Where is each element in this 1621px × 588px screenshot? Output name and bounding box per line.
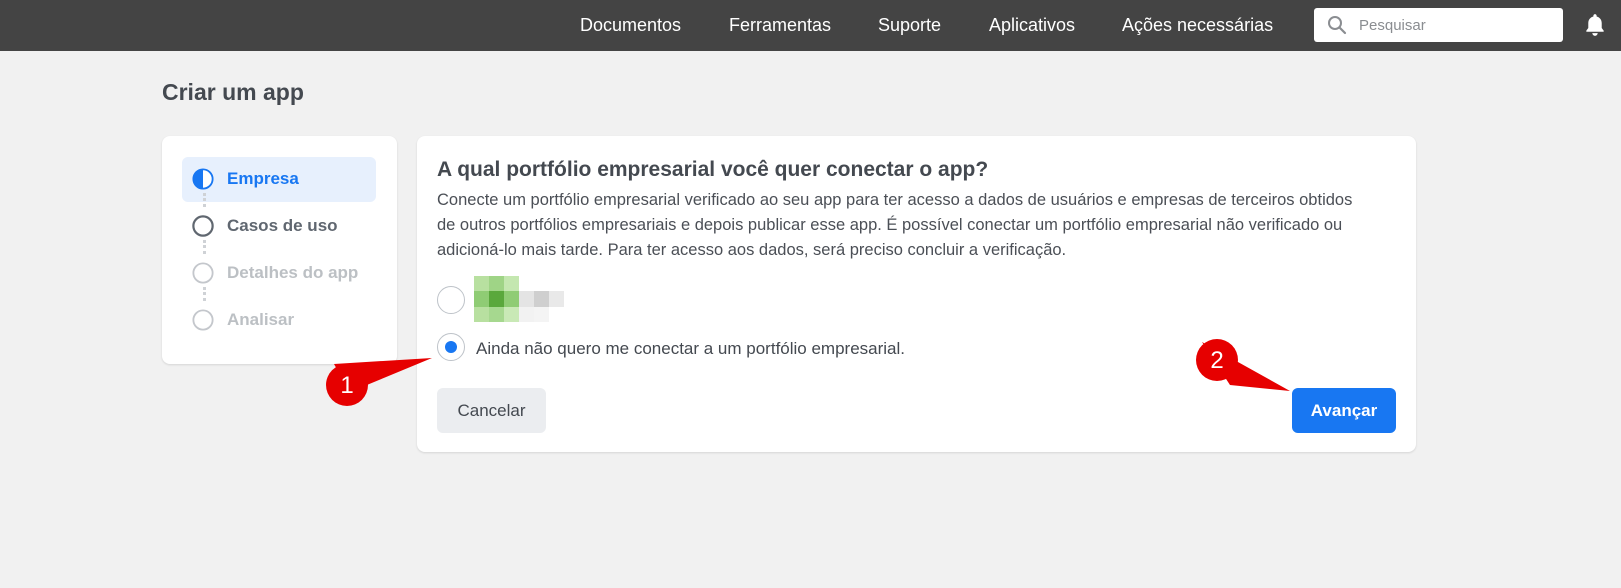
top-navigation-bar: Documentos Ferramentas Suporte Aplicativ… (0, 0, 1621, 51)
business-portfolio-card: A qual portfólio empresarial você quer c… (417, 136, 1416, 452)
step-label: Empresa (227, 169, 299, 188)
step-label: Casos de uso (227, 216, 338, 235)
empty-circle-icon (192, 309, 214, 331)
no-portfolio-radio[interactable] (437, 333, 465, 361)
half-circle-icon (192, 168, 214, 190)
cancel-button[interactable]: Cancelar (437, 388, 546, 433)
step-analisar: Analisar (192, 309, 294, 331)
steps-sidebar: Empresa Casos de uso Detalhes do app Ana… (162, 136, 397, 364)
question-heading: A qual portfólio empresarial você quer c… (437, 158, 989, 181)
nav-item-aplicativos[interactable]: Aplicativos (989, 0, 1075, 51)
portfolio-radio[interactable] (437, 286, 465, 314)
nav-link-aplicativos[interactable]: Aplicativos (989, 15, 1075, 36)
nav-item-acoes-necessarias[interactable]: Ações necessárias (1122, 0, 1273, 51)
bell-icon[interactable] (1582, 12, 1608, 38)
no-portfolio-label[interactable]: Ainda não quero me conectar a um portfól… (476, 339, 905, 359)
step-label: Detalhes do app (227, 263, 359, 282)
nav-link-suporte[interactable]: Suporte (878, 15, 941, 36)
search-icon (1328, 16, 1347, 35)
portfolio-logo-image (474, 276, 564, 322)
nav-link-documentos[interactable]: Documentos (580, 15, 681, 36)
nav-item-suporte[interactable]: Suporte (878, 0, 941, 51)
empty-circle-icon (192, 262, 214, 284)
search-box[interactable] (1314, 8, 1563, 42)
step-connector (203, 287, 206, 301)
search-input[interactable] (1357, 15, 1551, 35)
step-connector (203, 193, 206, 207)
next-button[interactable]: Avançar (1292, 388, 1396, 433)
step-label: Analisar (227, 310, 295, 329)
empty-circle-icon (192, 215, 214, 237)
nav-link-acoes-necessarias[interactable]: Ações necessárias (1122, 15, 1273, 36)
step-connector (203, 240, 206, 254)
question-description: Conecte um portfólio empresarial verific… (437, 191, 1353, 259)
marker-1-label: 1 (340, 372, 353, 399)
step-detalhes-do-app: Detalhes do app (192, 262, 358, 284)
step-casos-de-uso[interactable]: Casos de uso (192, 215, 338, 237)
nav-item-documentos[interactable]: Documentos (580, 0, 681, 51)
step-empresa[interactable]: Empresa (192, 168, 299, 190)
nav-item-ferramentas[interactable]: Ferramentas (729, 0, 831, 51)
page-title: Criar um app (162, 79, 304, 105)
nav-link-ferramentas[interactable]: Ferramentas (729, 15, 831, 36)
